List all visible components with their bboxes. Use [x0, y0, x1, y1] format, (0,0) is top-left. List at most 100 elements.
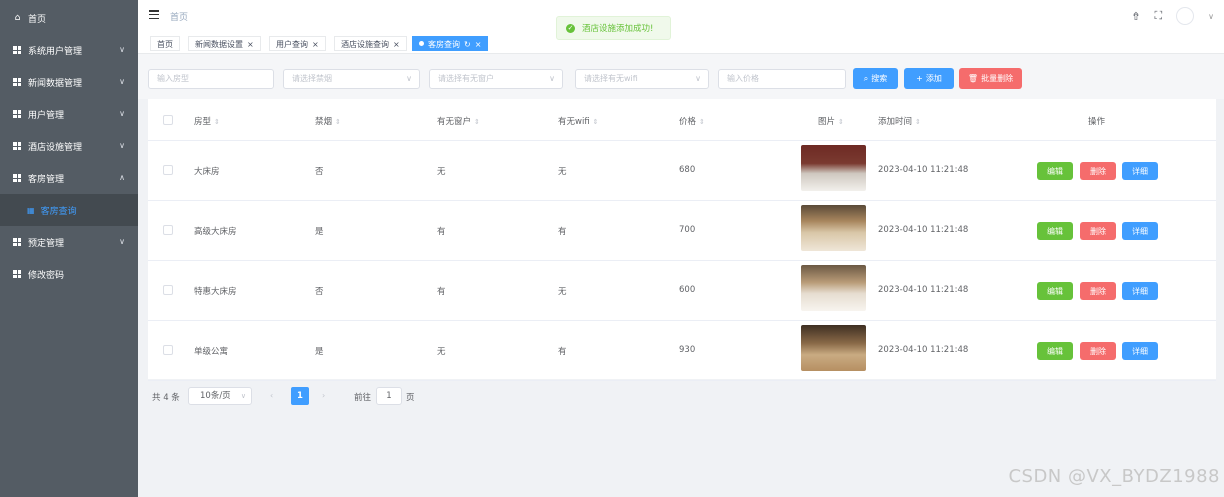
page-suffix: 页 [406, 393, 415, 403]
wifi-select[interactable]: 请选择有无wifi ∨ [575, 69, 709, 89]
cell-added-time: 2023-04-10 11:21:48 [878, 345, 969, 355]
row-checkbox[interactable] [163, 165, 173, 175]
breadcrumb[interactable]: 首页 [170, 10, 188, 23]
room-thumbnail[interactable] [801, 265, 866, 311]
sidebar-item-reservations[interactable]: 预定管理 ∨ [0, 226, 138, 258]
chevron-down-icon: ∨ [406, 74, 412, 83]
col-smoking[interactable]: 禁烟 ⇕ [315, 115, 341, 127]
col-added-time[interactable]: 添加时间 ⇕ [878, 115, 921, 127]
rooms-table: 房型 ⇕ 禁烟 ⇕ 有无窗户 ⇕ 有无wifi ⇕ 价格 ⇕ 图片 ⇕ 添加时间 ⇕ 操作 大… [148, 99, 1216, 381]
delete-button[interactable]: 删除 [1080, 282, 1116, 300]
col-window[interactable]: 有无窗户 ⇕ [437, 115, 480, 127]
cell-smoking: 是 [315, 227, 324, 237]
batch-delete-button[interactable]: 🗑 批量删除 [959, 68, 1022, 89]
cell-added-time: 2023-04-10 11:21:48 [878, 285, 969, 295]
delete-button[interactable]: 删除 [1080, 222, 1116, 240]
room-thumbnail[interactable] [801, 145, 866, 191]
col-wifi[interactable]: 有无wifi ⇕ [558, 115, 599, 127]
close-icon[interactable]: × [247, 40, 254, 49]
hamburger-icon[interactable] [149, 10, 159, 19]
check-icon: ✓ [566, 23, 575, 33]
detail-button[interactable]: 详细 [1122, 222, 1158, 240]
row-checkbox[interactable] [163, 345, 173, 355]
col-room-type[interactable]: 房型 ⇕ [194, 115, 220, 127]
fullscreen-icon[interactable]: ⛶ [1154, 9, 1162, 23]
sort-icon[interactable]: ⇕ [915, 118, 921, 126]
room-thumbnail[interactable] [801, 325, 866, 371]
table-row: 特惠大床房 否 有 无 600 2023-04-10 11:21:48 编辑 删除 详细 [148, 261, 1216, 321]
sidebar-item-change-password[interactable]: 修改密码 [0, 258, 138, 290]
room-thumbnail[interactable] [801, 205, 866, 251]
sidebar-item-label: 客房管理 [28, 174, 65, 185]
sidebar-item-facilities[interactable]: 酒店设施管理 ∨ [0, 130, 138, 162]
row-checkbox[interactable] [163, 285, 173, 295]
delete-button[interactable]: 删除 [1080, 162, 1116, 180]
delete-button[interactable]: 删除 [1080, 342, 1116, 360]
add-button[interactable]: + 添加 [904, 68, 954, 89]
sidebar-item-users[interactable]: 用户管理 ∨ [0, 98, 138, 130]
edit-button[interactable]: 编辑 [1037, 342, 1073, 360]
tag-news-settings[interactable]: 新闻数据设置 × [188, 36, 261, 51]
edit-button[interactable]: 编辑 [1037, 282, 1073, 300]
grid-icon [13, 270, 21, 278]
select-placeholder: 请选择禁烟 [292, 74, 332, 83]
sidebar-item-rooms[interactable]: 客房管理 ∧ [0, 162, 138, 194]
sort-icon[interactable]: ⇕ [474, 118, 480, 126]
col-price[interactable]: 价格 ⇕ [679, 115, 705, 127]
row-checkbox[interactable] [163, 225, 173, 235]
active-dot-icon [419, 41, 424, 46]
tag-user-query[interactable]: 用户查询 × [269, 36, 326, 51]
tag-label: 新闻数据设置 [195, 40, 243, 49]
page-size-select[interactable]: 10条/页 ∨ [188, 387, 252, 405]
cell-window: 无 [437, 167, 446, 177]
detail-button[interactable]: 详细 [1122, 162, 1158, 180]
col-image[interactable]: 图片 ⇕ [818, 115, 844, 127]
cell-wifi: 有 [558, 227, 567, 237]
cell-room-type: 单级公寓 [194, 347, 229, 357]
cell-price: 930 [679, 345, 696, 355]
sort-icon[interactable]: ⇕ [699, 118, 705, 126]
avatar[interactable] [1176, 7, 1195, 25]
page-number-current[interactable]: 1 [291, 387, 309, 405]
chevron-down-icon[interactable]: ∨ [1208, 12, 1214, 21]
chevron-down-icon: ∨ [119, 237, 125, 246]
sidebar-item-home[interactable]: ⌂ 首页 [0, 2, 138, 34]
next-page-button[interactable]: › [322, 391, 325, 400]
room-type-input[interactable]: 输入房型 [148, 69, 274, 89]
search-button[interactable]: ⌕ 搜索 [853, 68, 898, 89]
sidebar-item-news-data[interactable]: 新闻数据管理 ∨ [0, 66, 138, 98]
goto-page-input[interactable]: 1 [376, 387, 402, 405]
cell-room-type: 高级大床房 [194, 227, 237, 237]
edit-button[interactable]: 编辑 [1037, 162, 1073, 180]
button-label: 批量删除 [981, 74, 1014, 83]
tag-home[interactable]: 首页 [150, 36, 180, 51]
close-icon[interactable]: × [475, 40, 482, 49]
tag-room-query[interactable]: 客房查询 ↻ × [412, 36, 489, 51]
sidebar-subitem-room-query[interactable]: ▦ 客房查询 [0, 194, 138, 226]
detail-button[interactable]: 详细 [1122, 282, 1158, 300]
col-label: 价格 [679, 117, 697, 127]
cell-room-type: 特惠大床房 [194, 287, 237, 297]
sort-icon[interactable]: ⇕ [593, 118, 599, 126]
detail-button[interactable]: 详细 [1122, 342, 1158, 360]
cell-wifi: 无 [558, 287, 567, 297]
col-label: 添加时间 [878, 117, 913, 127]
smoking-select[interactable]: 请选择禁烟 ∨ [283, 69, 420, 89]
sort-icon[interactable]: ⇕ [214, 118, 220, 126]
pagination-total: 共 4 条 [152, 393, 180, 403]
price-input[interactable]: 输入价格 [718, 69, 846, 89]
sidebar-item-system-users[interactable]: 系统用户管理 ∨ [0, 34, 138, 66]
close-icon[interactable]: × [393, 40, 400, 49]
sort-icon[interactable]: ⇕ [335, 118, 341, 126]
select-all-checkbox[interactable] [163, 115, 173, 125]
table-row: 单级公寓 是 无 有 930 2023-04-10 11:21:48 编辑 删除 详细 [148, 321, 1216, 381]
refresh-icon[interactable]: ↻ [464, 40, 471, 49]
window-select[interactable]: 请选择有无窗户 ∨ [429, 69, 563, 89]
shirt-icon[interactable]: ⇮ [1131, 10, 1140, 23]
sort-icon[interactable]: ⇕ [838, 118, 844, 126]
prev-page-button[interactable]: ‹ [270, 391, 273, 400]
col-label: 有无窗户 [437, 117, 472, 127]
close-icon[interactable]: × [312, 40, 319, 49]
edit-button[interactable]: 编辑 [1037, 222, 1073, 240]
tag-facility-query[interactable]: 酒店设施查询 × [334, 36, 407, 51]
